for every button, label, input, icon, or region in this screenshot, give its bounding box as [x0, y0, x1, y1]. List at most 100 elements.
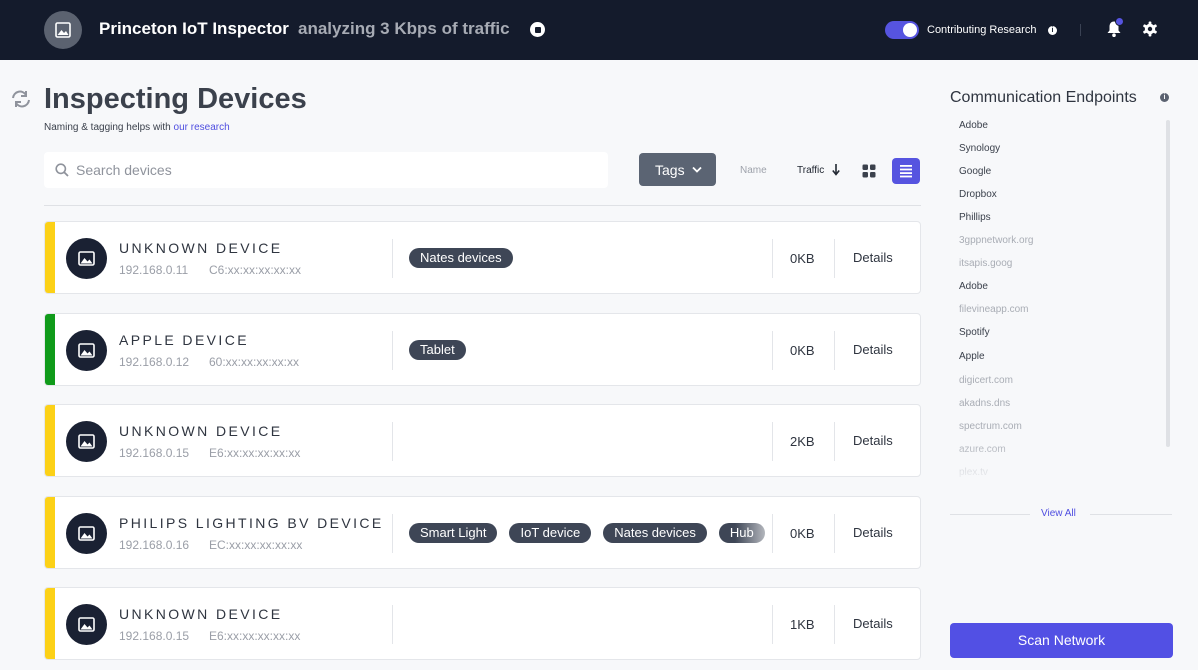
notification-badge	[1115, 17, 1124, 26]
details-button[interactable]: Details	[853, 616, 893, 631]
endpoint-item[interactable]: Spotify	[959, 327, 990, 338]
device-name[interactable]: UNKNOWN DEVICE	[119, 240, 283, 256]
device-card[interactable]: APPLE DEVICE 192.168.0.12 60:xx:xx:xx:xx:x…	[44, 313, 921, 386]
device-traffic: 1KB	[790, 617, 815, 632]
refresh-icon[interactable]	[10, 90, 32, 108]
endpoint-item[interactable]: akadns.dns	[959, 398, 1010, 409]
search-icon	[55, 163, 69, 177]
device-mac: E6:xx:xx:xx:xx:xx	[209, 629, 301, 643]
scan-network-button[interactable]: Scan Network	[950, 623, 1173, 658]
device-tags	[409, 431, 771, 453]
card-divider	[834, 422, 835, 461]
status-bar	[45, 405, 55, 476]
device-tag[interactable]: Tablet	[409, 340, 466, 360]
device-name[interactable]: UNKNOWN DEVICE	[119, 423, 283, 439]
device-tag[interactable]: Nates devices	[409, 248, 513, 268]
list-view-button[interactable]	[892, 158, 920, 184]
tags-filter-label: Tags	[655, 162, 685, 178]
device-avatar	[66, 604, 107, 645]
contributing-research-label: Contributing Research	[927, 24, 1037, 36]
tags-fade	[735, 517, 772, 551]
endpoint-item[interactable]: Google	[959, 166, 991, 177]
device-tag[interactable]: IoT device	[509, 523, 592, 543]
search-input[interactable]	[76, 160, 576, 180]
device-traffic: 0KB	[790, 526, 815, 541]
endpoint-item[interactable]: filevineapp.com	[959, 304, 1028, 315]
endpoint-item[interactable]: Apple	[959, 351, 985, 362]
device-tags: Nates devices	[409, 248, 771, 270]
device-mac: C6:xx:xx:xx:xx:xx	[209, 263, 302, 277]
card-divider	[772, 422, 773, 461]
endpoint-item[interactable]: 3gppnetwork.org	[959, 235, 1034, 246]
arrow-down-icon[interactable]	[832, 163, 840, 176]
research-link[interactable]: our research	[174, 122, 230, 133]
device-traffic: 0KB	[790, 251, 815, 266]
view-all-divider	[1090, 514, 1172, 515]
card-divider	[392, 422, 393, 461]
endpoint-item[interactable]: Phillips	[959, 212, 991, 223]
stop-icon[interactable]	[530, 22, 545, 37]
contributing-research-toggle[interactable]	[885, 21, 919, 39]
card-divider	[772, 239, 773, 278]
grid-view-icon[interactable]	[862, 164, 876, 178]
device-tag[interactable]: Smart Light	[409, 523, 498, 543]
status-bar	[45, 222, 55, 293]
device-tag[interactable]: Nates devices	[603, 523, 707, 543]
endpoint-item[interactable]: Adobe	[959, 281, 988, 292]
device-traffic: 2KB	[790, 434, 815, 449]
endpoint-item[interactable]: Adobe	[959, 120, 988, 131]
card-divider	[392, 605, 393, 644]
info-icon[interactable]: i	[1160, 93, 1169, 102]
status-bar	[45, 588, 55, 659]
endpoint-item[interactable]: spectrum.com	[959, 421, 1022, 432]
view-all-divider	[950, 514, 1030, 515]
image-icon	[78, 434, 95, 449]
details-button[interactable]: Details	[853, 433, 893, 448]
traffic-status: analyzing 3 Kbps of traffic	[298, 19, 510, 38]
device-card[interactable]: UNKNOWN DEVICE 192.168.0.11 C6:xx:xx:xx:xx…	[44, 221, 921, 294]
endpoint-item[interactable]: digicert.com	[959, 375, 1013, 386]
search-box[interactable]	[44, 152, 608, 188]
image-icon	[78, 617, 95, 632]
endpoint-item[interactable]: Dropbox	[959, 189, 997, 200]
endpoints-scrollbar[interactable]	[1166, 120, 1170, 447]
info-icon[interactable]: i	[1048, 26, 1057, 35]
endpoint-item[interactable]: Synology	[959, 143, 1000, 154]
status-bar	[45, 497, 55, 568]
card-divider	[772, 605, 773, 644]
sort-by-name[interactable]: Name	[740, 165, 767, 176]
details-button[interactable]: Details	[853, 525, 893, 540]
chevron-down-icon	[692, 166, 702, 173]
page-title: Inspecting Devices	[44, 83, 307, 115]
details-button[interactable]: Details	[853, 342, 893, 357]
card-divider	[772, 331, 773, 370]
image-icon	[55, 22, 71, 38]
device-card[interactable]: PHILIPS LIGHTING BV DEVICE 192.168.0.16 EC…	[44, 496, 921, 569]
device-name[interactable]: APPLE DEVICE	[119, 332, 249, 348]
tags-filter-button[interactable]: Tags	[639, 153, 716, 186]
card-divider	[392, 331, 393, 370]
card-divider	[392, 239, 393, 278]
details-button[interactable]: Details	[853, 250, 893, 265]
card-divider	[834, 605, 835, 644]
device-card[interactable]: UNKNOWN DEVICE 192.168.0.15 E6:xx:xx:xx:xx…	[44, 404, 921, 477]
status-bar	[45, 314, 55, 385]
device-card[interactable]: UNKNOWN DEVICE 192.168.0.15 E6:xx:xx:xx:xx…	[44, 587, 921, 660]
device-avatar	[66, 421, 107, 462]
header-divider	[1080, 24, 1081, 36]
view-all-link[interactable]: View All	[1041, 508, 1076, 519]
device-ip: 192.168.0.15	[119, 629, 190, 643]
endpoints-list: Adobe Synology Google Dropbox Phillips 3gppne…	[950, 120, 1148, 485]
gear-icon[interactable]	[1142, 21, 1158, 37]
sort-by-traffic[interactable]: Traffic	[797, 165, 824, 176]
endpoint-item[interactable]: itsapis.goog	[959, 258, 1012, 269]
device-tags: Tablet	[409, 340, 771, 362]
device-avatar	[66, 330, 107, 371]
device-name[interactable]: PHILIPS LIGHTING BV DEVICE	[119, 515, 384, 531]
device-name[interactable]: UNKNOWN DEVICE	[119, 606, 283, 622]
image-icon	[78, 343, 95, 358]
toggle-knob	[903, 23, 917, 37]
top-bar: Princeton IoT Inspector analyzing 3 Kbps…	[0, 0, 1198, 60]
image-icon	[78, 526, 95, 541]
endpoints-fade	[950, 440, 1148, 485]
